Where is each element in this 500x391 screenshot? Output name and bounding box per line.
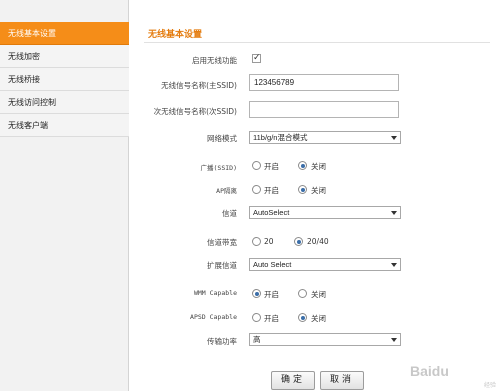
apsd-on-label: 开启 [264, 314, 279, 323]
main-panel: 无线基本设置 启用无线功能 ✓ 无线信号名称(主SSID) 123456789 … [134, 0, 500, 391]
sidebar-item-wireless-basic[interactable]: 无线基本设置 [0, 22, 129, 45]
broadcast-on-radio[interactable] [252, 161, 261, 170]
enable-wireless-checkbox[interactable]: ✓ [252, 53, 261, 63]
bandwidth-label: 信道带宽 [207, 238, 237, 247]
sidebar-item-wireless-access-control[interactable]: 无线访问控制 [0, 91, 129, 114]
baidu-watermark: Baidu 经验 [410, 361, 496, 389]
bandwidth-20-40-radio[interactable] [294, 237, 303, 246]
broadcast-off-label: 关闭 [311, 162, 326, 171]
network-mode-label: 网络模式 [207, 134, 237, 143]
ext-channel-select[interactable]: Auto Select [249, 258, 401, 271]
ap-isolation-on-radio[interactable] [252, 185, 261, 194]
enable-wireless-label: 启用无线功能 [192, 56, 237, 65]
sidebar-item-wireless-bridge[interactable]: 无线桥接 [0, 68, 129, 91]
sidebar: 无线基本设置 无线加密 无线桥接 无线访问控制 无线客户端 [0, 0, 129, 391]
ap-isolation-on-label: 开启 [264, 186, 279, 195]
wmm-off-radio[interactable] [298, 289, 307, 298]
tx-power-label: 传输功率 [207, 337, 237, 346]
ext-channel-label: 扩展信道 [207, 261, 237, 270]
ap-isolation-off-radio[interactable] [298, 185, 307, 194]
broadcast-label: 广播(SSID) [200, 164, 237, 172]
tx-power-select[interactable]: 高 [249, 333, 401, 346]
check-icon: ✓ [253, 53, 261, 63]
bandwidth-20-radio[interactable] [252, 237, 261, 246]
ap-isolation-off-label: 关闭 [311, 186, 326, 195]
bandwidth-20-40-label: 20/40 [307, 237, 329, 246]
ssid2-label: 次无线信号名称(次SSID) [153, 107, 237, 116]
cancel-button[interactable]: 取消 [320, 371, 364, 390]
watermark-sub: 经验 [483, 382, 496, 389]
channel-value: AutoSelect [253, 208, 290, 217]
wmm-on-label: 开启 [264, 290, 279, 299]
ssid2-input[interactable] [249, 101, 399, 118]
apsd-off-radio[interactable] [298, 313, 307, 322]
chevron-down-icon [391, 263, 397, 267]
channel-label: 信道 [222, 209, 237, 218]
broadcast-off-radio[interactable] [298, 161, 307, 170]
chevron-down-icon [391, 338, 397, 342]
section-divider [144, 42, 490, 43]
ok-button[interactable]: 确定 [271, 371, 315, 390]
wmm-label: WMM Capable [193, 289, 237, 297]
tx-power-value: 高 [253, 335, 261, 344]
watermark-text: Baidu [410, 363, 449, 379]
ssid-input[interactable]: 123456789 [249, 74, 399, 91]
broadcast-on-label: 开启 [264, 162, 279, 171]
channel-select[interactable]: AutoSelect [249, 206, 401, 219]
sidebar-item-wireless-clients[interactable]: 无线客户端 [0, 114, 129, 137]
bandwidth-20-label: 20 [264, 237, 274, 246]
ssid-label: 无线信号名称(主SSID) [161, 81, 237, 90]
apsd-on-radio[interactable] [252, 313, 261, 322]
wmm-off-label: 关闭 [311, 290, 326, 299]
apsd-label: APSD Capable [190, 313, 237, 321]
wmm-on-radio[interactable] [252, 289, 261, 298]
sidebar-item-wireless-encryption[interactable]: 无线加密 [0, 45, 129, 68]
network-mode-select[interactable]: 11b/g/n混合模式 [249, 131, 401, 144]
apsd-off-label: 关闭 [311, 314, 326, 323]
ext-channel-value: Auto Select [253, 260, 292, 269]
chevron-down-icon [391, 211, 397, 215]
section-title: 无线基本设置 [148, 30, 203, 40]
network-mode-value: 11b/g/n混合模式 [253, 133, 308, 142]
ap-isolation-label: AP隔离 [216, 187, 237, 195]
chevron-down-icon [391, 136, 397, 140]
